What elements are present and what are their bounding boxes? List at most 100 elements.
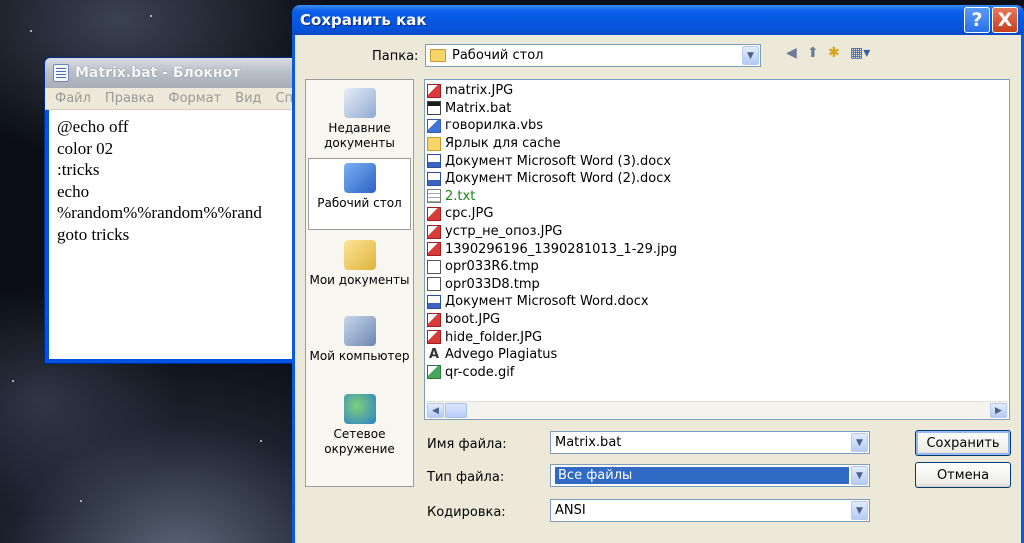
menu-view[interactable]: Вид [235, 91, 261, 106]
place-desktop[interactable]: Рабочий стол [308, 158, 411, 230]
place-label: Рабочий стол [317, 196, 402, 210]
place-my-documents[interactable]: Мои документы [308, 236, 411, 308]
text-line: goto tricks [57, 224, 130, 244]
file-name: говорилка.vbs [445, 118, 544, 134]
list-item[interactable]: Документ Microsoft Word.docx [427, 293, 1009, 311]
encoding-value: ANSI [555, 503, 586, 518]
dialog-body: Папка: Рабочий стол ▼ ◀ ⬆ ✱ ▦▾ Недавние … [295, 35, 1021, 543]
menu-edit[interactable]: Правка [105, 91, 154, 106]
chevron-down-icon[interactable]: ▼ [851, 501, 868, 520]
place-my-computer[interactable]: Мой компьютер [308, 312, 411, 384]
help-button[interactable]: ? [964, 7, 990, 33]
save-button[interactable]: Сохранить [915, 430, 1011, 456]
scroll-left-icon[interactable]: ◀ [427, 403, 444, 418]
notepad-titlebar[interactable]: Matrix.bat - Блокнот [45, 58, 303, 88]
list-item[interactable]: opr033R6.tmp [427, 258, 1009, 276]
file-name: opr033D8.tmp [445, 276, 540, 292]
folder-select[interactable]: Рабочий стол ▼ [425, 44, 761, 67]
my-documents-icon [343, 240, 376, 270]
list-item[interactable]: boot.JPG [427, 311, 1009, 329]
menu-format[interactable]: Формат [168, 91, 221, 106]
list-item[interactable]: устр_не_опоз.JPG [427, 223, 1009, 241]
file-name: Advego Plagiatus [445, 347, 558, 363]
list-item[interactable]: opr033D8.tmp [427, 276, 1009, 294]
filename-input[interactable]: Matrix.bat ▼ [550, 431, 870, 454]
notepad-text-area[interactable]: @echo off color 02:tricks echo %random%%ran… [49, 110, 303, 359]
horizontal-scrollbar[interactable]: ◀ ▶ [426, 401, 1008, 418]
list-item[interactable]: qr-code.gif [427, 364, 1009, 382]
star [12, 380, 14, 382]
list-item[interactable]: Matrix.bat [427, 100, 1009, 118]
place-label: Сетевое окружение [324, 427, 395, 456]
view-menu-icon[interactable]: ▦▾ [850, 45, 870, 61]
image-file-icon [427, 242, 441, 257]
file-name: Ярлык для cache [445, 136, 561, 152]
file-name: Документ Microsoft Word.docx [445, 294, 649, 310]
up-folder-icon[interactable]: ⬆ [807, 45, 819, 61]
temp-file-icon [427, 259, 441, 274]
filetype-select[interactable]: Все файлы ▼ [550, 464, 870, 487]
text-line: color 02 [57, 138, 114, 158]
network-icon [343, 394, 376, 424]
file-name: Документ Microsoft Word (3).docx [445, 153, 672, 169]
list-item[interactable]: Документ Microsoft Word (3).docx [427, 152, 1009, 170]
file-name: устр_не_опоз.JPG [445, 224, 563, 240]
script-file-icon [427, 118, 441, 133]
filetype-value: Все файлы [555, 467, 849, 484]
image-file-icon [427, 330, 441, 345]
new-folder-icon[interactable]: ✱ [828, 45, 840, 61]
place-network[interactable]: Сетевое окружение [308, 390, 411, 462]
file-name: Matrix.bat [445, 100, 512, 116]
save-as-dialog: Сохранить как ? X Папка: Рабочий стол ▼ … [292, 5, 1024, 543]
cancel-button[interactable]: Отмена [915, 462, 1011, 488]
notepad-menubar: Файл Правка Формат Вид Спр [45, 88, 303, 110]
image-file-icon [427, 224, 441, 239]
image-file-icon [427, 206, 441, 221]
place-label: Мой компьютер [309, 349, 410, 363]
list-item[interactable]: Документ Microsoft Word (2).docx [427, 170, 1009, 188]
list-item[interactable]: Ярлык для cache [427, 135, 1009, 153]
encoding-select[interactable]: ANSI ▼ [550, 499, 870, 522]
scroll-thumb[interactable] [445, 403, 467, 418]
list-item[interactable]: hide_folder.JPG [427, 328, 1009, 346]
chevron-down-icon[interactable]: ▼ [851, 466, 868, 485]
chevron-down-icon[interactable]: ▼ [742, 46, 759, 65]
word-document-icon [427, 294, 441, 309]
file-name: hide_folder.JPG [445, 329, 543, 345]
file-name: Документ Microsoft Word (2).docx [445, 171, 672, 187]
dialog-title: Сохранить как [300, 11, 427, 29]
word-document-icon [427, 154, 441, 169]
batch-file-icon [427, 101, 441, 116]
filename-label: Имя файла: [427, 437, 507, 452]
text-line: echo [57, 181, 90, 201]
scroll-right-icon[interactable]: ▶ [990, 403, 1007, 418]
chevron-down-icon[interactable]: ▼ [851, 433, 868, 452]
file-list[interactable]: matrix.JPG Matrix.bat говорилка.vbs Ярлы… [424, 79, 1010, 420]
application-icon: A [428, 346, 440, 362]
list-item[interactable]: A Advego Plagiatus [427, 346, 1009, 364]
notepad-title: Matrix.bat - Блокнот [75, 65, 241, 81]
list-item[interactable]: 1390296196_1390281013_1-29.jpg [427, 240, 1009, 258]
places-bar: Недавние документы Рабочий стол Мои доку… [305, 79, 414, 487]
temp-file-icon [427, 277, 441, 292]
text-line: @echo off [57, 117, 129, 136]
star [260, 440, 262, 442]
back-icon[interactable]: ◀ [786, 45, 797, 61]
file-name: срс.JPG [445, 206, 494, 222]
notepad-icon [53, 64, 69, 82]
list-item[interactable]: срс.JPG [427, 205, 1009, 223]
file-name: boot.JPG [445, 312, 501, 328]
file-name: opr033R6.tmp [445, 259, 539, 275]
close-button[interactable]: X [992, 7, 1018, 33]
text-line: :tricks [57, 160, 100, 179]
place-recent[interactable]: Недавние документы [308, 84, 411, 156]
dialog-titlebar[interactable]: Сохранить как [292, 5, 1024, 35]
file-name: matrix.JPG [445, 83, 514, 99]
menu-file[interactable]: Файл [55, 91, 91, 106]
encoding-label: Кодировка: [427, 505, 506, 520]
shortcut-icon [427, 136, 441, 151]
list-item[interactable]: 2.txt [427, 188, 1009, 206]
list-item[interactable]: matrix.JPG [427, 82, 1009, 100]
list-item[interactable]: говорилка.vbs [427, 117, 1009, 135]
image-file-icon [427, 312, 441, 327]
